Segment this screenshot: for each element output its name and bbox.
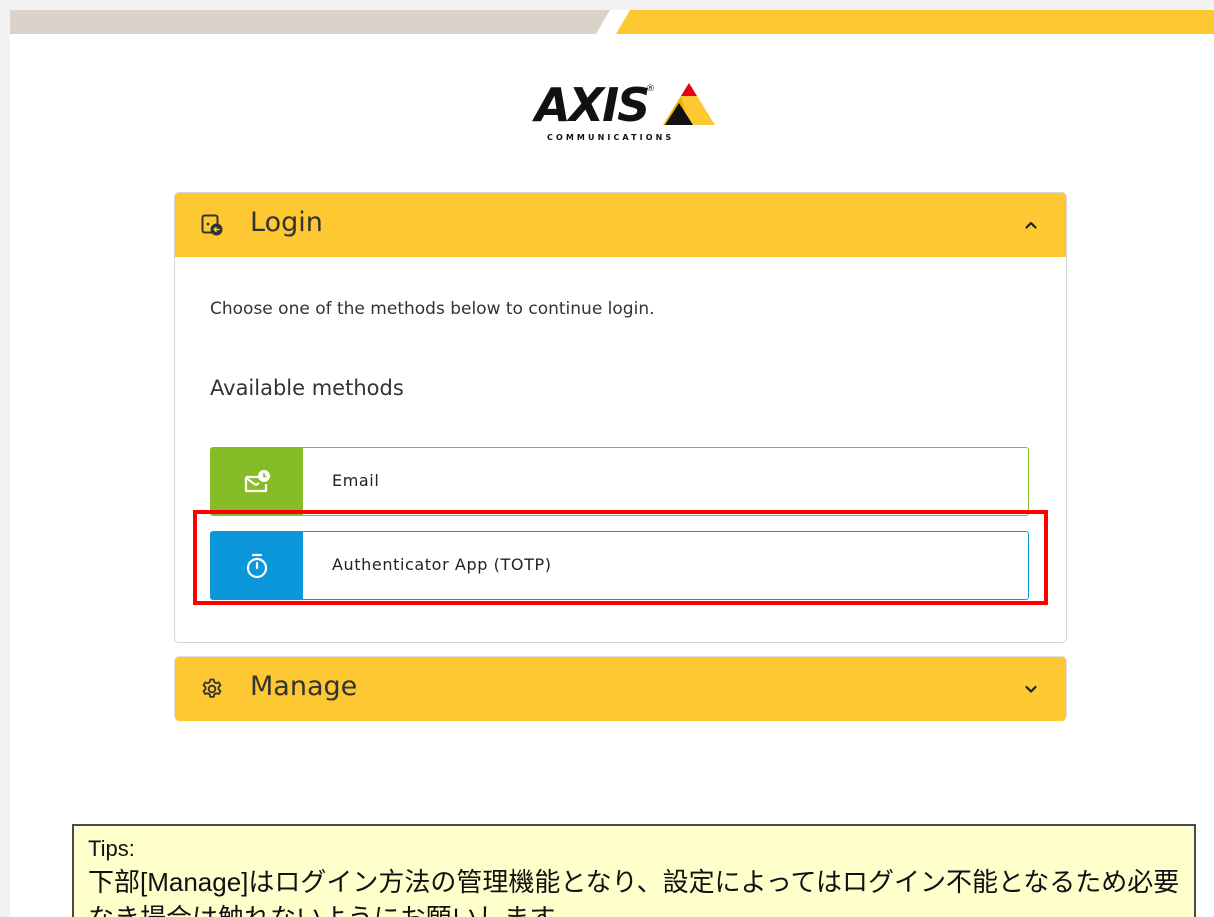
email-method-label: Email xyxy=(332,471,380,490)
chevron-up-icon[interactable] xyxy=(1024,218,1038,232)
login-intro-text: Choose one of the methods below to conti… xyxy=(210,299,655,319)
logo-subtext: COMMUNICATIONS xyxy=(547,133,675,142)
logo-triangle-icon xyxy=(663,83,715,125)
manage-panel-header[interactable]: Manage xyxy=(175,657,1066,721)
email-icon xyxy=(244,469,270,492)
header-stripe xyxy=(10,10,1214,34)
manage-panel: Manage xyxy=(174,656,1067,721)
login-panel-title: Login xyxy=(250,207,323,238)
login-page: AXIS ® COMMUNICATIONS Login Choose one o… xyxy=(10,10,1214,917)
login-panel-header[interactable]: Login xyxy=(175,193,1066,257)
tips-title: Tips: xyxy=(88,836,135,861)
gear-icon xyxy=(202,678,222,698)
manage-panel-title: Manage xyxy=(250,671,358,702)
logo-wordmark: AXIS xyxy=(535,78,650,132)
tips-callout: Tips: 下部[Manage]はログイン方法の管理機能となり、設定によってはロ… xyxy=(72,824,1196,917)
highlight-box xyxy=(193,510,1048,605)
email-method-icon-box xyxy=(211,448,303,515)
tips-body: 下部[Manage]はログイン方法の管理機能となり、設定によってはログイン不能と… xyxy=(88,867,1180,917)
available-methods-heading: Available methods xyxy=(210,376,404,400)
chevron-down-icon[interactable] xyxy=(1024,682,1038,696)
email-method-button[interactable]: Email xyxy=(210,447,1029,516)
axis-logo: AXIS ® COMMUNICATIONS xyxy=(535,80,725,148)
login-icon xyxy=(201,214,223,236)
